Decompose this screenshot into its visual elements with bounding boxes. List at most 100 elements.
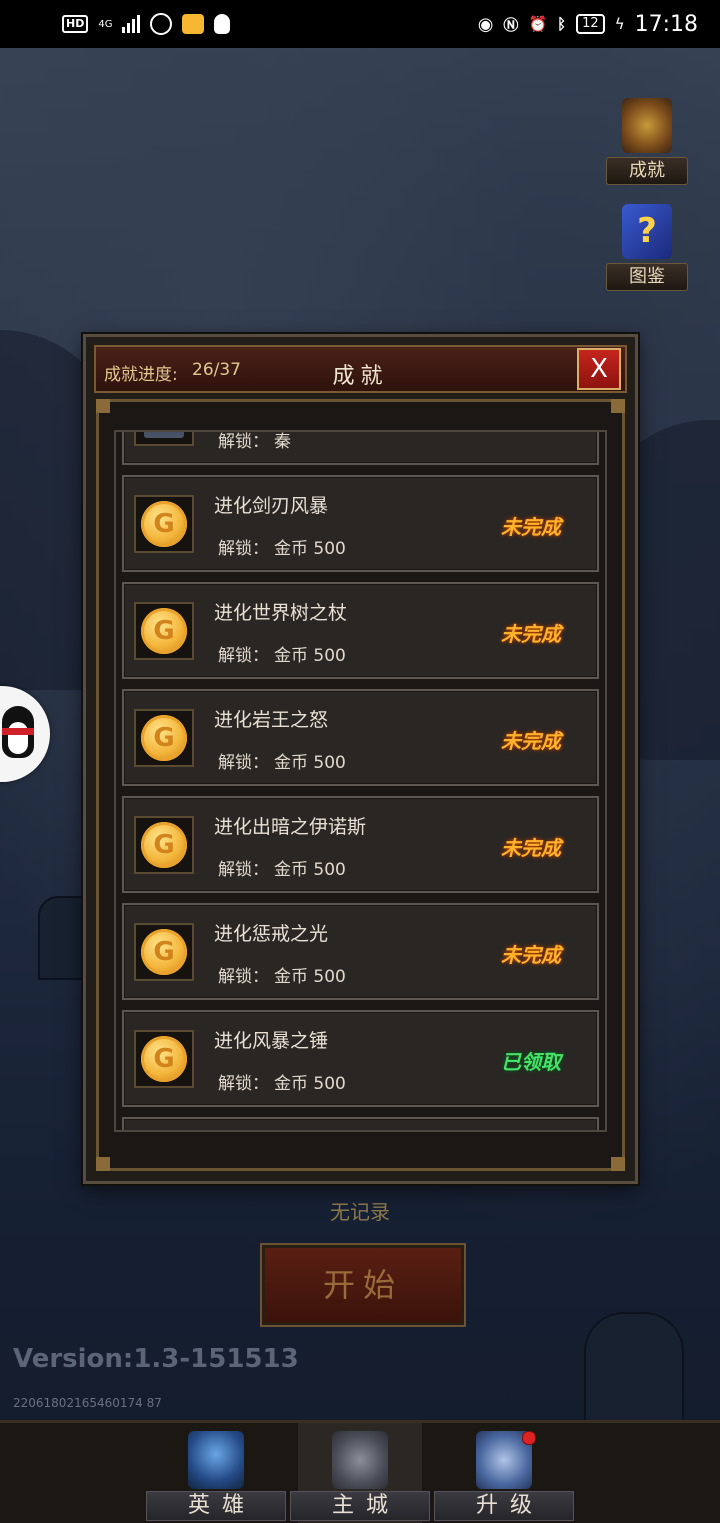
achievement-name: 进化岩王之怒 [214,709,329,731]
nfc-icon: Ⓝ [503,15,519,34]
penguin-scarf [2,728,34,735]
frame-corner [611,399,625,413]
version-text: Version:1.3-151513 [13,1344,299,1374]
unlock-reward: 金币 500 [274,967,346,987]
nav-label-main-city: 主城 [290,1491,430,1521]
achievement-thumb: G [134,1030,194,1088]
hero-portrait-icon [144,432,184,438]
unlock-label: 解锁： [218,753,269,773]
trophy-shield-icon [622,98,672,153]
achievement-row[interactable]: G 进化出暗之伊诺斯 解锁： 金币 500 未完成 [122,796,599,893]
achievement-row[interactable]: G 进化剑刃风暴解锁： 金币 500 未完成 [122,475,599,572]
app-notification-icon [182,14,205,34]
unlock-label: 解锁： [218,646,269,666]
unlock-label: 解锁： [218,539,269,559]
status-incomplete: 未完成 [501,432,561,433]
gold-coin-icon: G [141,1036,187,1082]
achievement-row[interactable]: G 进化风暴之锤解锁： 金币 500 已领取 [122,1010,599,1107]
nav-item-upgrade[interactable]: 升级 [434,1423,574,1523]
achievement-thumb [134,432,194,446]
unlock-label: 解锁： [218,860,269,880]
eye-comfort-icon: ◉ [477,13,494,35]
unlock-reward: 秦 [274,432,291,452]
signal-icon [122,15,141,33]
unlock-reward: 金币 500 [274,860,346,880]
achievement-row[interactable] [122,1117,599,1130]
alarm-icon: ⏰ [528,15,548,33]
charging-icon: ϟ [614,15,625,33]
start-button[interactable]: 开始 [260,1243,466,1327]
achievement-row[interactable]: G 进化世界树之杖解锁： 金币 500 未完成 [122,582,599,679]
close-button[interactable]: X [577,348,621,390]
status-bar-left: HD 4G [62,13,231,35]
modal-header: 成就进度: 26/37 成就 X [94,345,627,393]
hd-badge: HD [62,15,89,33]
device-id-text: 22061802165460174 87 [13,1396,162,1410]
status-claimed: 已领取 [501,1050,561,1074]
gold-coin-icon: G [141,501,187,547]
notification-dot [522,1431,536,1445]
achievement-thumb: G [134,923,194,981]
achievement-row[interactable]: 解锁：秦 未完成 [122,432,599,465]
battery-icon: 12 [576,14,605,34]
unlock-reward: 金币 500 [274,646,346,666]
achievement-thumb: G [134,709,194,767]
coin-glyph: G [153,509,175,539]
gold-coin-icon: G [141,929,187,975]
codex-label: 图鉴 [606,263,688,291]
data-saver-icon [150,13,173,35]
coin-glyph: G [153,723,175,753]
achievements-label: 成就 [606,157,688,185]
frame-corner [96,1157,110,1171]
bottom-nav: 英雄 主城 升级 [0,1420,720,1523]
achievement-name: 进化惩戒之光 [214,923,329,945]
crossed-swords-icon [332,1431,388,1489]
status-incomplete: 未完成 [501,729,561,753]
nav-item-main-city[interactable]: 主城 [290,1423,430,1523]
achievement-thumb: G [134,602,194,660]
status-bar: HD 4G ◉ Ⓝ ⏰ ᛒ 12 ϟ 17:18 [0,0,720,48]
unlock-label: 解锁： [218,1074,269,1094]
achievement-list[interactable]: 解锁：秦未完成G进化剑刃风暴解锁：金币 500未完成G进化世界树之杖解锁：金币 … [114,430,607,1132]
gold-coin-icon: G [141,822,187,868]
frame-corner [96,399,110,413]
coin-glyph: G [153,937,175,967]
gold-coin-icon: G [141,608,187,654]
achievement-list-scroll: 解锁：秦未完成G进化剑刃风暴解锁：金币 500未完成G进化世界树之杖解锁：金币 … [122,432,599,1130]
achievements-button[interactable]: 成就 [606,98,688,185]
achievement-row[interactable]: G 进化惩戒之光 解锁： 金币 500 未完成 [122,903,599,1000]
achievement-thumb: G [134,495,194,553]
status-incomplete: 未完成 [501,515,561,539]
achievement-name: 进化风暴之锤 [214,1030,329,1052]
penguin-belly [8,722,28,754]
coin-glyph: G [153,830,175,860]
nav-item-hero[interactable]: 英雄 [146,1423,286,1523]
helmet-icon [188,1431,244,1489]
bluetooth-icon: ᛒ [557,15,567,33]
unlock-reward: 金币 500 [274,539,346,559]
status-incomplete: 未完成 [501,622,561,646]
codex-button[interactable]: ? 图鉴 [606,204,688,291]
qq-notification-icon [214,14,231,34]
status-bar-right: ◉ Ⓝ ⏰ ᛒ 12 ϟ 17:18 [478,12,698,37]
unlock-reward: 金币 500 [274,1074,346,1094]
achievement-row[interactable]: G 进化岩王之怒解锁： 金币 500 未完成 [122,689,599,786]
no-record-text: 无记录 [330,1200,390,1224]
achievements-modal: 成就进度: 26/37 成就 X 解锁：秦未完成G进化剑刃风暴解锁：金币 500… [83,334,638,1184]
gold-coin-icon: G [141,715,187,761]
coin-glyph: G [153,616,175,646]
nav-label-hero: 英雄 [146,1491,286,1521]
clock: 17:18 [634,11,698,37]
nav-label-upgrade: 升级 [434,1491,574,1521]
unlock-reward: 金币 500 [274,753,346,773]
status-incomplete: 未完成 [501,943,561,967]
status-incomplete: 未完成 [501,836,561,860]
network-type: 4G [98,18,113,30]
achievement-thumb: G [134,816,194,874]
unlock-label: 解锁： [218,432,269,452]
modal-title: 成就 [332,364,389,389]
achievement-list-frame: 解锁：秦未完成G进化剑刃风暴解锁：金币 500未完成G进化世界树之杖解锁：金币 … [96,399,625,1171]
achievement-name: 进化剑刃风暴 [214,495,329,517]
achievement-name: 进化世界树之杖 [214,602,348,624]
coin-glyph: G [153,1044,175,1074]
